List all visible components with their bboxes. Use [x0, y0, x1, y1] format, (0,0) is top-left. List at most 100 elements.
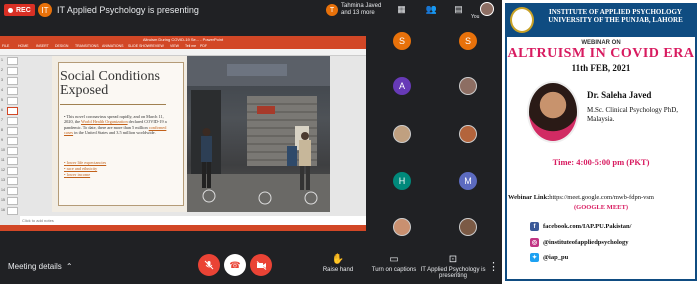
slide-thumb[interactable] — [7, 57, 18, 65]
slide-thumb[interactable] — [7, 137, 18, 145]
notes-pane[interactable]: Click to add notes — [20, 216, 366, 225]
webinar-time: Time: 4:00-5:00 pm (PKT) — [552, 157, 650, 167]
ppt-title-bar: Altruism During COVID-19 Se... - PowerPo… — [0, 36, 366, 43]
institute-name: INSTITUTE OF APPLIED PSYCHOLOGY UNIVERSI… — [548, 8, 683, 24]
self-avatar — [480, 2, 494, 16]
instagram-handle: @instituteofappliedpsychology — [543, 239, 629, 246]
thumb-number: 1 — [1, 58, 3, 62]
thumb-number: 9 — [1, 138, 3, 142]
webinar-poster: INSTITUTE OF APPLIED PSYCHOLOGY UNIVERSI… — [502, 0, 700, 284]
slide-thumb[interactable] — [7, 167, 18, 175]
speaker-photo — [527, 81, 579, 143]
camera-off-button[interactable] — [250, 254, 272, 276]
participant-tile[interactable]: S — [459, 32, 477, 50]
thumb-number: 14 — [1, 188, 5, 192]
present-screen-icon: ⊡ — [448, 254, 458, 265]
slide-thumb[interactable] — [7, 147, 18, 155]
social-twitter: ✦ @iap_pu — [530, 253, 700, 262]
slide-thumb[interactable] — [7, 207, 18, 215]
meeting-details-button[interactable]: Meeting details ⌃ — [8, 262, 73, 271]
participant-tile[interactable]: A — [393, 77, 411, 95]
presenting-button[interactable]: ⊡ IT Applied Psychology is presenting — [418, 253, 488, 279]
google-meet-tag: (GOOGLE MEET) — [574, 204, 628, 211]
slide-body: • This novel coronavirus spread rapidly,… — [64, 114, 167, 136]
slide-thumb[interactable] — [7, 87, 18, 95]
meet-window: REC IT IT Applied Psychology is presenti… — [0, 0, 502, 284]
people-icon[interactable]: 👥 — [426, 4, 437, 15]
join-avatar: T — [326, 4, 338, 16]
slide-text-panel: Social Conditions Exposed • This novel c… — [52, 56, 187, 212]
webinar-link-label: Webinar Link: — [508, 194, 550, 201]
participant-photo[interactable] — [393, 125, 411, 143]
social-instagram: ◎ @instituteofappliedpsychology — [530, 238, 700, 247]
participant-photo[interactable] — [459, 125, 477, 143]
slide-thumb[interactable] — [7, 67, 18, 75]
slide-thumb[interactable] — [7, 117, 18, 125]
thumb-number: 12 — [1, 168, 5, 172]
participant-tile[interactable]: H — [393, 172, 411, 190]
participant-tile[interactable]: S — [393, 32, 411, 50]
slide-thumb[interactable] — [7, 197, 18, 205]
mic-off-button[interactable] — [198, 254, 220, 276]
participant-photo[interactable] — [393, 218, 411, 236]
thumb-number: 8 — [1, 128, 3, 132]
slide-thumb[interactable] — [7, 177, 18, 185]
participant-photo[interactable] — [459, 218, 477, 236]
thumb-number: 10 — [1, 148, 5, 152]
presenting-status: IT Applied Psychology is presenting — [57, 5, 199, 15]
presenter-avatar: IT — [38, 3, 52, 17]
webinar-link-url[interactable]: https://meet.google.com/mwb-fdpn-vsm — [549, 194, 654, 201]
leave-call-button[interactable]: ☎ — [224, 254, 246, 276]
join-text: Tahmina Javed and 13 more — [341, 3, 382, 16]
instagram-icon: ◎ — [530, 238, 539, 247]
join-notification[interactable]: T Tahmina Javed and 13 more — [323, 2, 386, 19]
slide-thumb[interactable] — [7, 77, 18, 85]
camera-off-icon — [256, 260, 266, 270]
slide-thumb[interactable] — [7, 97, 18, 105]
who-link[interactable]: World Health Organization — [81, 119, 128, 124]
recording-badge: REC — [4, 4, 35, 16]
thumb-number: 16 — [1, 208, 5, 212]
speaker-qualifications: M.Sc. Clinical Psychology PhD, Malaysia. — [587, 106, 679, 123]
slide-thumb[interactable] — [7, 157, 18, 165]
ppt-toolbar — [0, 49, 366, 56]
body-text: in the United States and 3.5 million wor… — [74, 130, 156, 136]
current-slide: Social Conditions Exposed • This novel c… — [52, 56, 330, 212]
thumb-number: 3 — [1, 78, 3, 82]
slide-thumb[interactable] — [7, 127, 18, 135]
webinar-link: Webinar Link:https://meet.google.com/mwb… — [508, 194, 700, 201]
chat-icon[interactable]: ▤ — [453, 4, 464, 15]
ppt-status-bar — [0, 225, 366, 231]
record-dot-icon — [8, 7, 13, 13]
grid-layout-icon[interactable]: ▦ — [396, 4, 407, 15]
webinar-date: 11th FEB, 2021 — [571, 63, 631, 73]
thumb-number: 4 — [1, 88, 3, 92]
more-options-icon[interactable]: ⋮ — [488, 260, 499, 273]
participant-photo[interactable] — [459, 77, 477, 95]
phone-hangup-icon: ☎ — [229, 259, 241, 270]
thumb-number: 7 — [1, 118, 3, 122]
slide-thumbnails: 1 2 3 4 5 6 7 8 9 10 11 12 13 14 15 16 — [0, 56, 20, 226]
top-bar: REC IT IT Applied Psychology is presenti… — [0, 0, 502, 20]
slide-link-list: • lower life expectancies • race and eth… — [64, 160, 164, 178]
meeting-details-label: Meeting details — [8, 262, 62, 271]
social-facebook: f facebook.com/IAP.PU.Pakistan/ — [530, 222, 700, 231]
participant-tile[interactable]: M — [459, 172, 477, 190]
facebook-handle: facebook.com/IAP.PU.Pakistan/ — [543, 223, 632, 230]
street-scene-image — [187, 56, 330, 212]
thumb-number: 2 — [1, 68, 3, 72]
thumb-number: 5 — [1, 98, 3, 102]
thumb-number: 11 — [1, 158, 5, 162]
chevron-up-icon: ⌃ — [65, 262, 73, 271]
slide-thumb-active[interactable] — [7, 107, 18, 115]
slide-thumb[interactable] — [7, 187, 18, 195]
rec-label: REC — [16, 6, 31, 14]
facebook-icon: f — [530, 222, 539, 231]
title-divider — [60, 104, 166, 105]
street-scene-photo — [187, 56, 330, 212]
self-label: You — [471, 14, 480, 20]
webinar-topic: ALTRUISM IN COVID ERA — [507, 46, 695, 61]
thumb-number: 15 — [1, 198, 5, 202]
slide-title: Social Conditions Exposed — [60, 69, 160, 98]
slide-link-item[interactable]: • lower income — [64, 172, 164, 178]
